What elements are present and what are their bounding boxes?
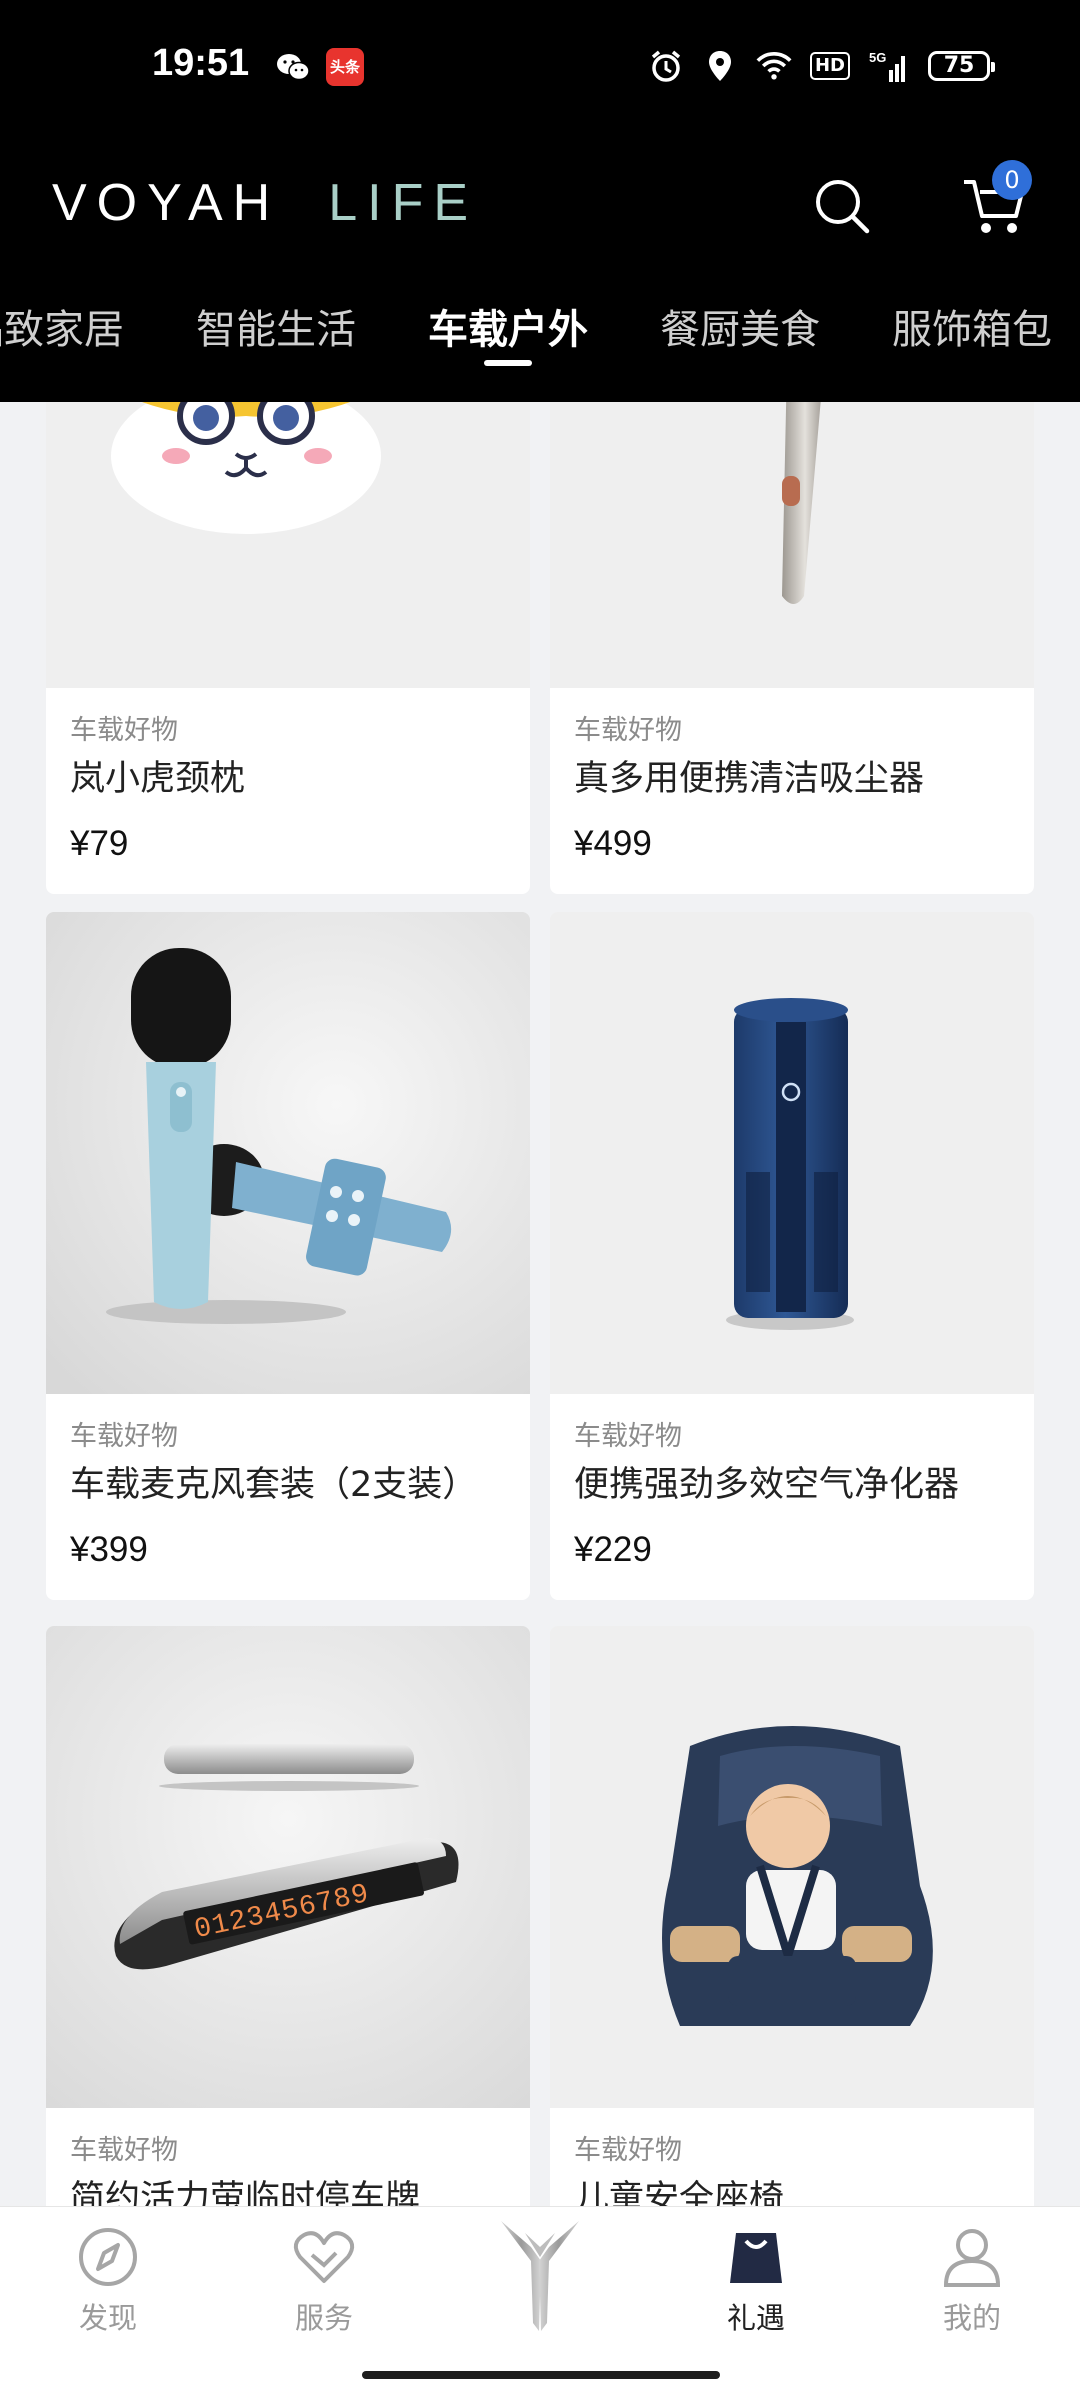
child-seat-image xyxy=(550,1626,1034,2108)
category-tabs: 品致家居 智能生活 车载户外 餐厨美食 服饰箱包 xyxy=(0,300,1080,370)
status-bar: 19:51 头条 HD 5G 75 xyxy=(0,0,1080,130)
product-image xyxy=(46,912,530,1394)
product-category: 车载好物 xyxy=(70,1421,178,1452)
product-name: 便携强劲多效空气净化器 xyxy=(574,1465,960,1505)
product-name: 真多用便携清洁吸尘器 xyxy=(574,759,925,799)
profile-icon xyxy=(943,2229,1001,2287)
product-info: 车载好物 岚小虎颈枕 ¥79 xyxy=(46,688,530,894)
compass-icon xyxy=(79,2228,137,2286)
nav-profile-label: 我的 xyxy=(942,2301,1001,2335)
hd-badge: HD xyxy=(809,52,850,80)
microphone-set-image xyxy=(46,912,530,1394)
tab-apparel-bags[interactable]: 服饰箱包 xyxy=(892,300,1052,370)
nav-discover[interactable]: 发现 xyxy=(48,2225,168,2337)
location-icon xyxy=(708,51,731,81)
toutiao-icon: 头条 xyxy=(326,48,364,86)
voyah-emblem-icon xyxy=(501,2221,579,2331)
product-info: 车载好物 便携强劲多效空气净化器 ¥229 xyxy=(550,1394,1034,1600)
product-price: ¥79 xyxy=(70,824,129,863)
product-image xyxy=(550,912,1034,1394)
product-category: 车载好物 xyxy=(574,715,682,746)
nav-discover-label: 发现 xyxy=(78,2301,137,2335)
gift-bag-icon xyxy=(730,2233,782,2283)
product-category: 车载好物 xyxy=(70,2135,178,2166)
logo-voyah: VOYAH xyxy=(52,174,281,232)
nav-service-label: 服务 xyxy=(294,2301,353,2335)
search-icon[interactable] xyxy=(812,176,872,236)
nav-gifts[interactable]: 礼遇 xyxy=(696,2225,816,2337)
nav-service[interactable]: 服务 xyxy=(264,2225,384,2337)
top-bar: 19:51 头条 HD 5G 75 VOYAH LIFE 0 致家居 智能生活 … xyxy=(0,0,1080,402)
home-indicator[interactable] xyxy=(362,2371,720,2379)
product-name: 车载麦克风套装（2支装） xyxy=(70,1465,478,1505)
nav-home-emblem[interactable] xyxy=(480,2213,600,2333)
product-info: 车载好物 真多用便携清洁吸尘器 ¥499 xyxy=(550,688,1034,894)
signal-icon: 5G xyxy=(869,50,905,82)
parking-sign-image: 0123456789 xyxy=(46,1626,530,2108)
battery-indicator: 75 xyxy=(928,51,995,81)
nav-profile[interactable]: 我的 xyxy=(912,2225,1032,2337)
tab-kitchen-food[interactable]: 餐厨美食 xyxy=(660,300,820,370)
tab-smart-life[interactable]: 智能生活 xyxy=(196,300,356,370)
tab-car-outdoor[interactable]: 车载户外 xyxy=(428,300,588,370)
product-image xyxy=(550,1626,1034,2108)
product-card[interactable]: 车载好物 车载麦克风套装（2支装） ¥399 xyxy=(46,912,530,1600)
brand-logo[interactable]: VOYAH LIFE xyxy=(52,174,478,232)
product-image: 0123456789 xyxy=(46,1626,530,2108)
product-category: 车载好物 xyxy=(574,2135,682,2166)
product-price: ¥499 xyxy=(574,824,652,863)
status-time: 19:51 xyxy=(152,42,250,84)
alarm-icon xyxy=(651,50,681,82)
wifi-icon xyxy=(756,52,792,80)
nav-gifts-label: 礼遇 xyxy=(726,2301,785,2335)
tab-home-living[interactable]: 品致家居 xyxy=(0,300,124,370)
heart-icon xyxy=(293,2231,355,2283)
air-purifier-image xyxy=(550,912,1034,1394)
product-info: 车载好物 车载麦克风套装（2支装） ¥399 xyxy=(46,1394,530,1600)
status-indicators: HD 5G 75 xyxy=(648,46,995,86)
logo-life: LIFE xyxy=(328,174,479,232)
svg-text:5G: 5G xyxy=(869,50,886,65)
product-category: 车载好物 xyxy=(70,715,178,746)
product-card[interactable]: 车载好物 便携强劲多效空气净化器 ¥229 xyxy=(550,912,1034,1600)
product-name: 岚小虎颈枕 xyxy=(70,759,246,799)
wechat-icon xyxy=(277,54,310,81)
product-category: 车载好物 xyxy=(574,1421,682,1452)
product-price: ¥229 xyxy=(574,1530,652,1569)
product-price: ¥399 xyxy=(70,1530,148,1569)
cart-badge: 0 xyxy=(992,160,1032,200)
